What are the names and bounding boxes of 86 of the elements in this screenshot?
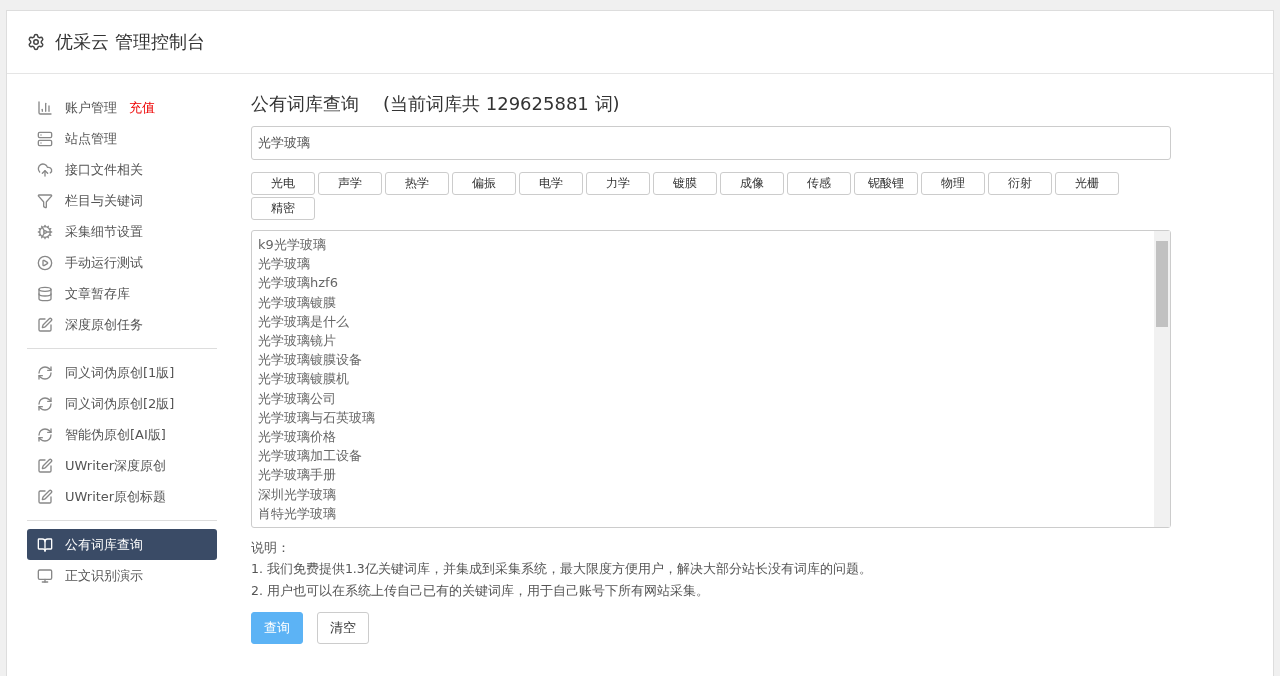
note-text: 1. 我们免费提供1.3亿关键词库，并集成到采集系统，最大限度方便用户，解决大部分站长没有词库的问题。 <box>251 560 873 578</box>
sidebar-label: 账户管理 <box>65 98 117 117</box>
result-item: 光学玻璃hzf6 <box>258 274 339 293</box>
sidebar-item[interactable]: 正文识别演示 <box>27 560 217 591</box>
sidebar-item[interactable]: 公有词库查询 <box>27 529 217 560</box>
sidebar-label: 文章暂存库 <box>65 284 130 303</box>
refresh-icon <box>37 364 53 381</box>
tag-button[interactable]: 铌酸锂 <box>854 172 918 195</box>
note-text: 2. 用户也可以在系统上传自己已有的关键词库，用于自己账号下所有网站采集。 <box>251 582 710 600</box>
recharge-link[interactable]: 充值 <box>129 98 155 117</box>
sidebar-label: UWriter深度原创 <box>65 456 167 475</box>
filter-icon <box>37 192 53 209</box>
clear-button[interactable]: 清空 <box>317 612 369 644</box>
sidebar-label: 站点管理 <box>65 129 117 148</box>
sidebar-label: 同义词伪原创[2版] <box>65 394 175 413</box>
sidebar-item[interactable]: 接口文件相关 <box>27 154 217 185</box>
result-item: 光学玻璃镀膜 <box>258 293 337 312</box>
scrollbar[interactable] <box>1154 231 1170 527</box>
tag-button[interactable]: 物理 <box>921 172 985 195</box>
result-item: 深圳光学玻璃 <box>258 485 337 504</box>
sidebar-label: 公有词库查询 <box>65 535 143 554</box>
sidebar-label: 采集细节设置 <box>65 222 143 241</box>
sidebar-item[interactable]: UWriter深度原创 <box>27 450 217 481</box>
sidebar-label: 手动运行测试 <box>65 253 143 272</box>
sidebar-label: UWriter原创标题 <box>65 487 167 506</box>
result-item: 光学玻璃 <box>258 255 311 274</box>
sidebar-label: 接口文件相关 <box>65 160 143 179</box>
result-item: 光学玻璃是什么 <box>258 312 350 331</box>
server-icon <box>37 130 53 147</box>
sidebar-label: 深度原创任务 <box>65 315 143 334</box>
result-item: 光学玻璃与石英玻璃 <box>258 408 376 427</box>
tag-button[interactable]: 衍射 <box>988 172 1052 195</box>
monitor-icon <box>37 567 53 584</box>
sidebar-label: 栏目与关键词 <box>65 191 143 210</box>
sidebar-item[interactable]: 手动运行测试 <box>27 247 217 278</box>
sidebar-item[interactable]: 智能伪原创[AI版] <box>27 419 217 450</box>
sidebar-item[interactable]: 账户管理 充值 <box>27 92 217 123</box>
edit-icon <box>37 316 53 333</box>
play-icon <box>37 254 53 271</box>
bar-chart-icon <box>37 99 53 116</box>
edit-icon <box>37 457 53 474</box>
word-count: (当前词库共 129625881 词) <box>383 92 620 116</box>
sidebar-item[interactable]: 同义词伪原创[2版] <box>27 388 217 419</box>
database-icon <box>37 285 53 302</box>
tag-button[interactable]: 偏振 <box>452 172 516 195</box>
result-item: 光学玻璃加工设备 <box>258 447 363 466</box>
page-title: 公有词库查询 <box>251 92 359 116</box>
sidebar-item[interactable]: UWriter原创标题 <box>27 481 217 512</box>
search-field[interactable]: 光学玻璃 <box>251 126 1171 160</box>
book-icon <box>37 536 53 553</box>
sidebar-item[interactable]: 文章暂存库 <box>27 278 217 309</box>
result-item: 光学玻璃镀膜机 <box>258 370 350 389</box>
tag-button[interactable]: 热学 <box>385 172 449 195</box>
result-item: 光学玻璃公司 <box>258 389 337 408</box>
results-list[interactable]: k9光学玻璃 光学玻璃 光学玻璃hzf6 光学玻璃镀膜 光学玻璃是什么 光学玻璃镜片 光学玻璃镀膜设备 光学玻璃镀膜机 光学玻璃公司 光学玻璃与石英玻璃 光学玻璃价格 光学玻璃加工设备 光学玻璃手册 深圳光学玻璃 肖特光学玻璃 <box>251 230 1171 528</box>
sidebar-item[interactable]: 采集细节设置 <box>27 216 217 247</box>
settings-icon <box>27 33 45 51</box>
tag-button[interactable]: 精密 <box>251 197 315 220</box>
sidebar-item[interactable]: 深度原创任务 <box>27 309 217 340</box>
result-item: 光学玻璃镜片 <box>258 332 337 350</box>
sidebar-label: 同义词伪原创[1版] <box>65 363 175 382</box>
console-title: 优采云 管理控制台 <box>55 30 205 54</box>
result-item: 光学玻璃镀膜设备 <box>258 351 363 370</box>
tag-button[interactable]: 电学 <box>519 172 583 195</box>
tag-button[interactable]: 声学 <box>318 172 382 195</box>
notes-title: 说明： <box>251 539 291 557</box>
tag-button[interactable]: 光栅 <box>1055 172 1119 195</box>
sidebar-label: 智能伪原创[AI版] <box>65 425 166 444</box>
refresh-icon <box>37 426 53 443</box>
gear-icon <box>37 223 53 240</box>
sidebar-item[interactable]: 同义词伪原创[1版] <box>27 357 217 388</box>
result-item: 光学玻璃手册 <box>258 466 337 485</box>
result-item: 肖特光学玻璃 <box>258 504 337 523</box>
refresh-icon <box>37 395 53 412</box>
edit-icon <box>37 488 53 505</box>
tag-button[interactable]: 传感 <box>787 172 851 195</box>
tag-button[interactable]: 力学 <box>586 172 650 195</box>
tag-button[interactable]: 光电 <box>251 172 315 195</box>
tag-button[interactable]: 镀膜 <box>653 172 717 195</box>
sidebar-label: 正文识别演示 <box>65 566 143 585</box>
cloud-upload-icon <box>37 161 53 178</box>
result-item: 光学玻璃价格 <box>258 428 337 447</box>
tag-button[interactable]: 成像 <box>720 172 784 195</box>
result-item: k9光学玻璃 <box>258 236 327 254</box>
sidebar-item[interactable]: 栏目与关键词 <box>27 185 217 216</box>
sidebar-item[interactable]: 站点管理 <box>27 123 217 154</box>
